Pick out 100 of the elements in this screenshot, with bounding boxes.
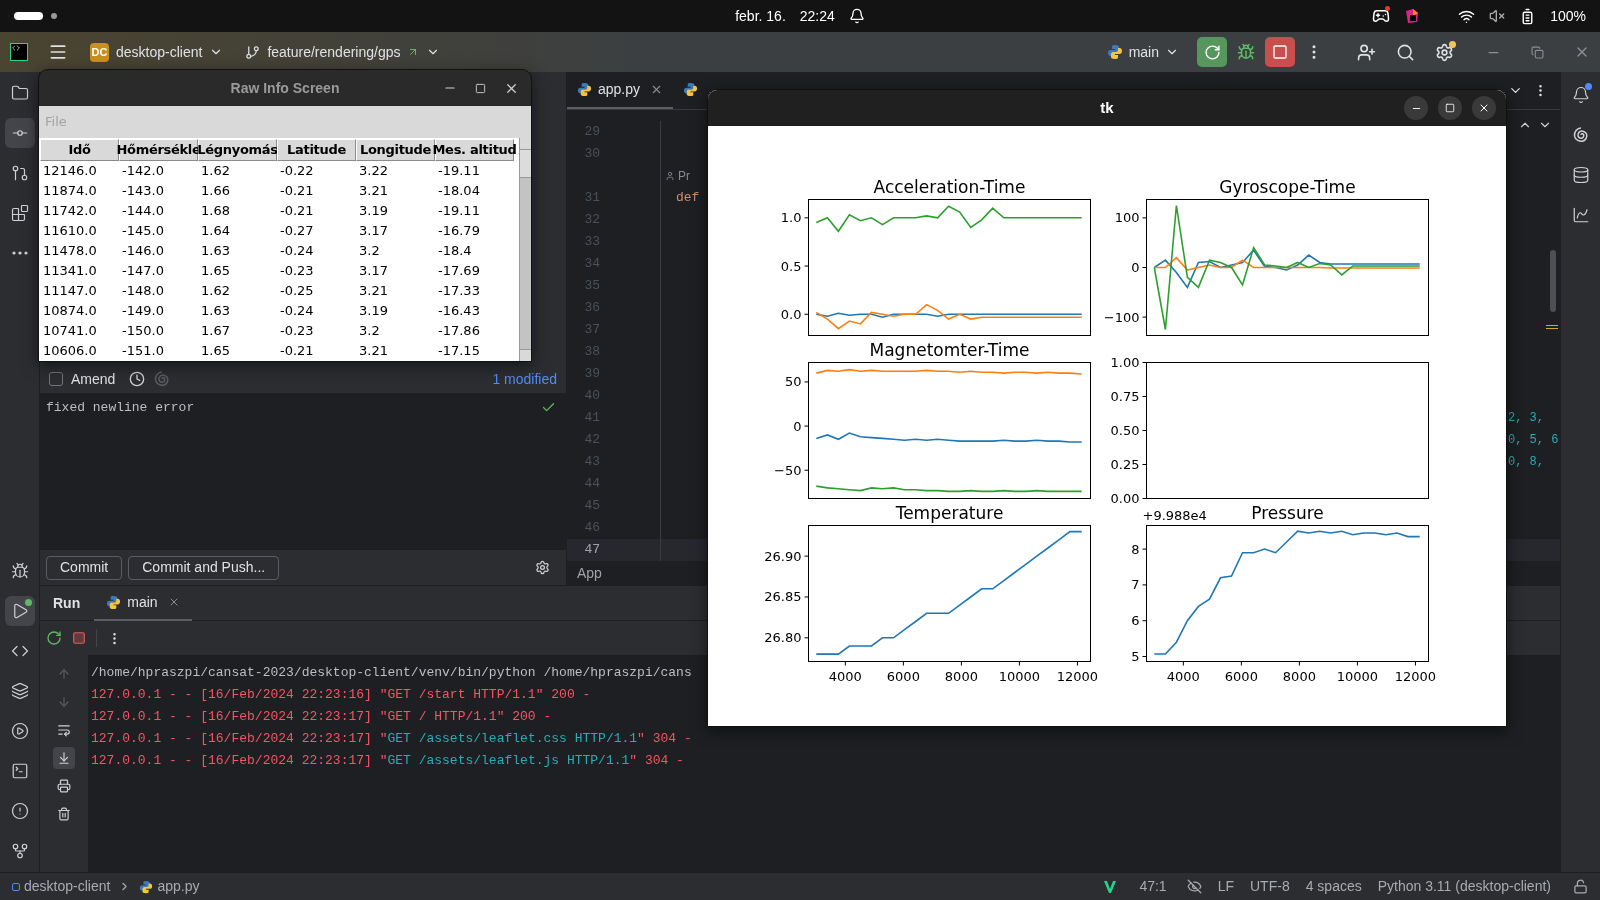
git-icon: [10, 842, 29, 860]
workspace-indicator[interactable]: [14, 12, 43, 20]
settings-icon[interactable]: [535, 560, 550, 575]
code-text: 2, 3,: [1508, 411, 1544, 426]
breadcrumb-item[interactable]: app.py: [157, 876, 200, 897]
project-selector[interactable]: DC desktop-client: [86, 41, 228, 63]
run-config-selector[interactable]: main: [1102, 41, 1183, 63]
table-cell-text: -147.0: [121, 262, 165, 281]
modified-link[interactable]: 1 modified: [492, 368, 557, 390]
file-encoding[interactable]: UTF-8: [1250, 876, 1290, 897]
table-cell-text: 1.62: [200, 282, 231, 301]
maximize-button[interactable]: [1438, 96, 1462, 120]
database-icon: [1571, 166, 1590, 184]
table-cell-text: -146.0: [121, 242, 165, 261]
bug-icon[interactable]: [1237, 43, 1255, 61]
tool-window-button[interactable]: [4, 118, 35, 148]
menu-icon[interactable]: [48, 42, 68, 62]
table-cell-text: 1.67: [200, 322, 231, 341]
table-cell-text: 11874.0: [42, 182, 98, 201]
mute-icon[interactable]: [1489, 8, 1506, 24]
table-cell-text: 11478.0: [42, 242, 98, 261]
column-header[interactable]: Légnyomás: [198, 139, 277, 161]
console-line: 127.0.0.1 - - [16/Feb/2024 22:23:16] "GET /start HTTP/1.1" 200 -: [91, 686, 591, 704]
table-cell-text: 10606.0: [42, 342, 98, 361]
wrap-icon: [57, 723, 71, 737]
settings-icon[interactable]: [1435, 42, 1454, 62]
lock-icon[interactable]: [1573, 879, 1588, 894]
column-header[interactable]: Mes. altitud: [435, 139, 514, 161]
arrow-up-icon: [57, 667, 71, 681]
search-icon[interactable]: [1396, 42, 1415, 62]
run-tab[interactable]: main: [94, 585, 192, 621]
table-cell-text: 1.63: [200, 302, 231, 321]
table-cell-text: -150.0: [121, 322, 165, 341]
stop-icon[interactable]: [72, 631, 86, 645]
table-cell-text: 11147.0: [42, 282, 98, 301]
rerun-icon[interactable]: [46, 630, 62, 646]
editor-tab[interactable]: app.py: [567, 71, 674, 109]
module-icon: [12, 882, 20, 891]
y-tick-label: 26.80: [764, 630, 802, 646]
branch-selector[interactable]: feature/rendering/gps: [241, 41, 445, 63]
commit-button[interactable]: Commit and Push...: [128, 555, 280, 580]
warning-marker: [1546, 325, 1558, 329]
add-user-icon[interactable]: [1357, 42, 1376, 62]
play-circle-icon: [10, 722, 29, 740]
maximize-icon: [1445, 103, 1455, 113]
arrow-down-icon: [57, 695, 71, 709]
interpreter[interactable]: Python 3.11 (desktop-client): [1377, 876, 1551, 897]
y-tick-label: 0: [793, 418, 802, 434]
console-action-button[interactable]: [53, 747, 75, 769]
checkbox[interactable]: [49, 372, 63, 386]
maximize-icon[interactable]: [475, 82, 486, 94]
table-cell-text: -18.04: [437, 182, 481, 201]
tool-window-button[interactable]: [4, 596, 35, 626]
close-button[interactable]: [1472, 96, 1496, 120]
chart-icon: [1571, 206, 1590, 224]
chart-title: Temperature: [895, 504, 1004, 523]
printer-icon: [57, 779, 71, 793]
table-cell-text: -148.0: [121, 282, 165, 301]
y-tick-label: 26.90: [764, 548, 802, 564]
structure-icon: [10, 204, 29, 222]
toolbox-icon[interactable]: [1404, 8, 1421, 24]
commit-button[interactable]: Commit: [46, 555, 123, 580]
column-header[interactable]: Latitude: [277, 139, 356, 161]
x-tick-label: 10000: [998, 668, 1041, 684]
table-cell-text: -0.21: [279, 202, 315, 221]
x-tick-label: 6000: [886, 668, 920, 684]
scrollbar[interactable]: [519, 138, 531, 361]
commit-message-field[interactable]: fixed newline error: [40, 393, 566, 550]
scrollbar-thumb[interactable]: [1550, 250, 1556, 312]
table-cell-text: -19.11: [437, 202, 481, 221]
more-icon: [11, 251, 28, 255]
table-cell-text: -0.27: [279, 222, 315, 241]
y-tick-label: 0.5: [780, 258, 802, 274]
breadcrumb-item[interactable]: App: [577, 562, 602, 584]
breadcrumb-item[interactable]: desktop-client: [24, 876, 111, 897]
chart-title: Magnetomter-Time: [869, 341, 1030, 360]
rerun-button[interactable]: [1197, 37, 1227, 67]
table-cell-text: 1.68: [200, 202, 231, 221]
x-tick-label: 4000: [828, 668, 862, 684]
column-header[interactable]: Hőmérsékle: [119, 139, 198, 161]
table-cell-text: -17.86: [437, 322, 481, 341]
close-icon: [1478, 102, 1490, 114]
line-ending[interactable]: LF: [1217, 876, 1234, 897]
workspace-indicator[interactable]: [51, 13, 57, 19]
stop-button[interactable]: [1265, 37, 1295, 67]
table-cell-text: 3.17: [358, 222, 389, 241]
table-cell-text: 1.65: [200, 262, 231, 281]
table-cell-text: 1.65: [200, 342, 231, 361]
indent-setting[interactable]: 4 spaces: [1305, 876, 1362, 897]
eye-off-icon[interactable]: [1186, 879, 1202, 894]
y-tick-label: 8: [1131, 541, 1140, 557]
restore-icon[interactable]: [1531, 45, 1544, 59]
v-logo-icon[interactable]: [1103, 879, 1118, 894]
folder-icon: [10, 84, 29, 102]
gamepad-icon[interactable]: [1372, 7, 1391, 25]
cursor-position[interactable]: 47:1: [1139, 876, 1167, 897]
clock-icon[interactable]: [129, 371, 146, 387]
table-cell-text: -0.24: [279, 242, 315, 261]
table-cell-text: 11742.0: [42, 202, 98, 221]
x-tick-label: 8000: [1282, 668, 1316, 684]
